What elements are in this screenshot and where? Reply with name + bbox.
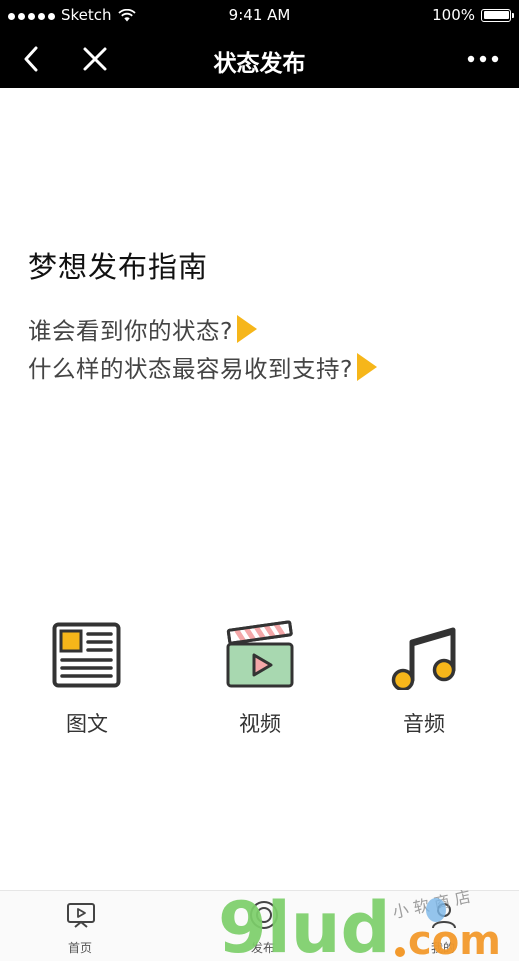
publish-audio-button[interactable]: 音频	[361, 620, 481, 740]
status-right: 100%	[432, 6, 514, 24]
publish-article-label: 图文	[66, 712, 108, 736]
play-arrow-icon	[356, 353, 377, 381]
more-icon	[467, 55, 499, 63]
play-arrow-icon	[236, 315, 257, 343]
tab-home[interactable]: 首页	[30, 891, 130, 961]
svg-text:com: com	[408, 918, 501, 960]
watermark-logo: 9lud com 小 软 商 店	[218, 888, 501, 960]
music-note-icon	[391, 627, 456, 690]
more-button[interactable]	[461, 42, 505, 76]
tab-home-label: 首页	[67, 941, 92, 955]
battery-percent: 100%	[432, 6, 475, 24]
publish-video-button[interactable]: 视频	[197, 620, 317, 740]
guide-link-label: 谁会看到你的状态?	[28, 317, 233, 345]
article-icon	[52, 622, 121, 688]
guide-link-label: 什么样的状态最容易收到支持?	[28, 355, 353, 383]
battery-icon	[481, 8, 514, 22]
video-clapper-icon	[226, 620, 294, 688]
publish-video-label: 视频	[239, 712, 281, 736]
tv-icon	[67, 903, 95, 928]
page-title: 状态发布	[213, 51, 306, 77]
guide-link-support[interactable]: 什么样的状态最容易收到支持?	[28, 350, 377, 384]
guide-link-visibility[interactable]: 谁会看到你的状态?	[28, 312, 257, 346]
navigation-bar: 状态发布	[0, 30, 519, 88]
guide-title: 梦想发布指南	[28, 250, 209, 284]
publish-audio-label: 音频	[403, 712, 445, 736]
publish-article-button[interactable]: 图文	[24, 620, 144, 740]
status-bar: Sketch 9:41 AM 100%	[0, 0, 519, 30]
svg-text:9lud: 9lud	[218, 888, 391, 960]
